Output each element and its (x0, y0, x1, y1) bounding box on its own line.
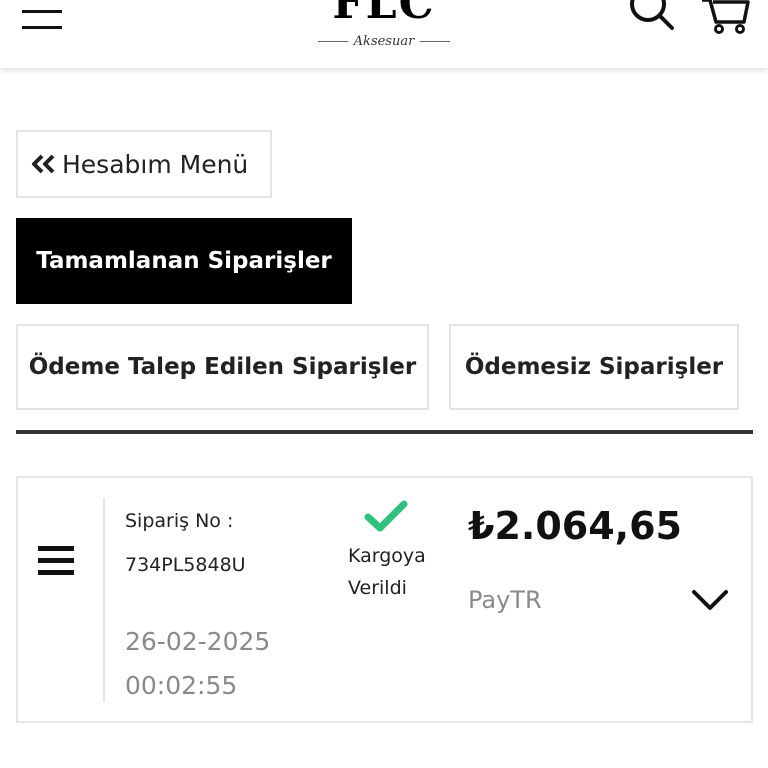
order-number-label: Sipariş No : (125, 510, 234, 532)
payment-method: PayTR (468, 586, 542, 614)
order-menu-icon[interactable] (38, 544, 74, 576)
section-divider (16, 430, 753, 434)
site-logo[interactable]: FLC Aksesuar (310, 0, 458, 49)
tab-label: Tamamlanan Siparişler (36, 248, 332, 274)
cart-icon[interactable] (700, 0, 754, 34)
order-status-line2: Verildi (348, 577, 407, 599)
account-menu-back-label: Hesabım Menü (62, 149, 249, 179)
account-menu-back-button[interactable]: Hesabım Menü (16, 130, 272, 198)
vertical-separator (103, 498, 105, 702)
tab-label: Ödemesiz Siparişler (464, 354, 724, 380)
tab-label: Ödeme Talep Edilen Siparişler (28, 354, 417, 380)
order-total-price: ₺2.064,65 (468, 504, 682, 548)
order-card: Sipariş No : 734PL5848U 26-02-2025 00:02… (16, 476, 753, 723)
order-status-line1: Kargoya (348, 545, 426, 567)
order-datetime: 26-02-2025 00:02:55 (125, 620, 270, 708)
double-chevron-left-icon (32, 154, 55, 174)
order-number: 734PL5848U (125, 554, 246, 576)
logo-main-text: FLC (332, 0, 436, 29)
tab-unpaid-orders[interactable]: Ödemesiz Siparişler (449, 324, 739, 410)
hamburger-menu-icon[interactable] (22, 4, 64, 32)
tab-completed-orders[interactable]: Tamamlanan Siparişler (16, 218, 352, 304)
site-header: FLC Aksesuar (0, 0, 768, 68)
logo-sub-text: Aksesuar (353, 34, 415, 49)
order-time: 00:02:55 (125, 671, 238, 700)
chevron-down-icon[interactable] (690, 586, 730, 616)
order-date: 26-02-2025 (125, 627, 271, 656)
order-status: Kargoya Verildi (348, 540, 458, 604)
search-icon[interactable] (626, 0, 680, 34)
checkmark-icon (364, 500, 408, 532)
tab-payment-requested-orders[interactable]: Ödeme Talep Edilen Siparişler (16, 324, 429, 410)
